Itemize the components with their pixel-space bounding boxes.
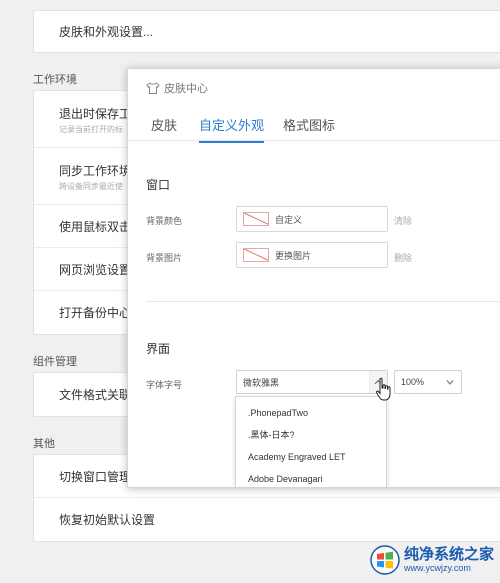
window-section-title: 窗口 xyxy=(146,178,171,192)
work-env-title: 工作环境 xyxy=(33,74,77,86)
font-label: 字体字号 xyxy=(146,380,183,390)
skin-settings-item[interactable]: 皮肤和外观设置... xyxy=(34,11,500,52)
dialog-title: 皮肤中心 xyxy=(164,83,208,95)
font-family-value: 微软雅黑 xyxy=(243,377,280,388)
components-title: 组件管理 xyxy=(33,356,77,368)
dialog-header: 皮肤中心 xyxy=(146,80,208,96)
font-option[interactable]: .PhonepadTwo xyxy=(236,402,386,424)
bg-image-label: 背景图片 xyxy=(146,253,183,263)
font-option[interactable]: Academy Engraved LET xyxy=(236,446,386,468)
font-option[interactable]: Adobe Devanagari xyxy=(236,468,386,487)
bg-color-picker[interactable]: 自定义 xyxy=(236,206,388,232)
other-title: 其他 xyxy=(33,438,55,450)
bg-image-picker[interactable]: 更换图片 xyxy=(236,242,388,268)
font-size-value: 100% xyxy=(401,377,425,387)
watermark-text: 纯净系统之家 www.ycwjzy.com xyxy=(404,546,495,574)
hand-cursor-icon xyxy=(375,377,391,401)
watermark-title: 纯净系统之家 xyxy=(404,546,495,563)
delete-bg-image-link[interactable]: 删除 xyxy=(394,251,412,264)
interface-section-title: 界面 xyxy=(146,342,171,356)
tab-format-icons[interactable]: 格式图标 xyxy=(283,115,335,141)
font-option[interactable]: .黑体-日本? xyxy=(236,424,386,446)
chevron-down-icon xyxy=(446,380,454,385)
color-swatch-icon xyxy=(243,212,269,226)
watermark-logo: 纯净系统之家 www.ycwjzy.com xyxy=(370,545,494,575)
bg-image-value: 更换图片 xyxy=(275,250,312,261)
tab-skin[interactable]: 皮肤 xyxy=(151,115,177,141)
watermark-url: www.ycwjzy.com xyxy=(404,563,471,573)
skin-center-dialog: 皮肤中心 皮肤 自定义外观 格式图标 窗口 背景颜色 自定义 清除 背景图片 更… xyxy=(127,68,500,488)
font-dropdown-list: .PhonepadTwo .黑体-日本? Academy Engraved LE… xyxy=(235,396,387,487)
shirt-icon xyxy=(146,82,160,94)
clear-bg-color-link[interactable]: 清除 xyxy=(394,214,412,227)
font-family-select[interactable]: 微软雅黑 xyxy=(236,370,388,394)
bg-color-value: 自定义 xyxy=(275,214,303,225)
dialog-tabs: 皮肤 自定义外观 格式图标 xyxy=(128,107,500,143)
skin-settings-label: 皮肤和外观设置... xyxy=(59,25,154,39)
bg-color-label: 背景颜色 xyxy=(146,216,183,226)
windows-logo-icon xyxy=(370,545,400,575)
font-size-select[interactable]: 100% xyxy=(394,370,462,394)
other-item-restore-defaults[interactable]: 恢复初始默认设置 xyxy=(34,498,500,541)
tab-custom-appearance[interactable]: 自定义外观 xyxy=(199,115,265,143)
skin-settings-group: 皮肤和外观设置... xyxy=(33,10,500,53)
section-divider xyxy=(146,301,500,302)
image-swatch-icon xyxy=(243,248,269,262)
other-item-label: 恢复初始默认设置 xyxy=(59,513,156,527)
